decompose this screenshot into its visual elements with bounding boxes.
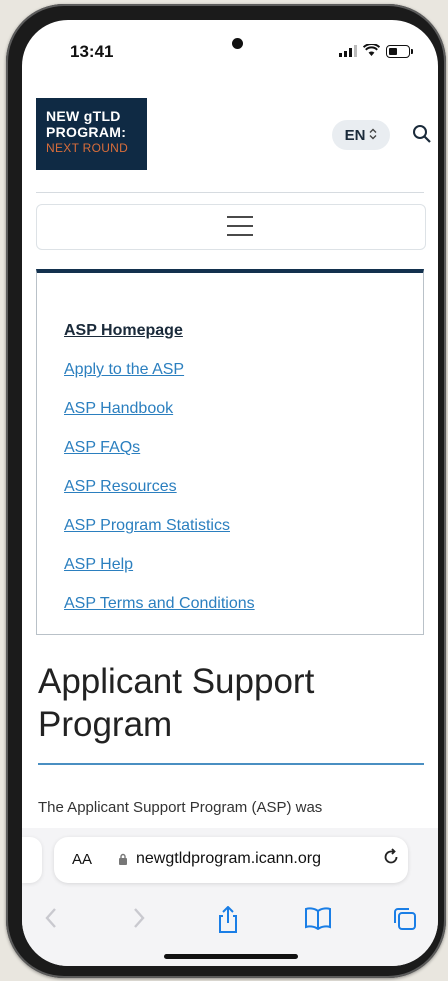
hamburger-icon[interactable] xyxy=(227,216,253,243)
nav-asp-resources[interactable]: ASP Resources xyxy=(64,478,177,496)
reload-icon[interactable] xyxy=(382,848,400,871)
camera-icon xyxy=(232,38,243,49)
lock-icon xyxy=(118,852,128,865)
logo-line-2: PROGRAM: xyxy=(46,124,127,140)
signal-icon xyxy=(339,45,357,57)
status-bar: 13:41 xyxy=(22,20,438,82)
wifi-icon xyxy=(362,43,381,58)
logo-line-1: NEW gTLD xyxy=(46,108,121,124)
language-label: EN xyxy=(344,126,366,144)
bookmarks-icon[interactable] xyxy=(304,906,332,937)
nav-apply-to-asp[interactable]: Apply to the ASP xyxy=(64,361,184,379)
status-icons xyxy=(339,43,413,58)
previous-tab-edge[interactable] xyxy=(22,837,42,883)
back-icon[interactable] xyxy=(44,906,58,937)
nav-asp-faqs[interactable]: ASP FAQs xyxy=(64,439,140,457)
language-selector[interactable]: EN xyxy=(332,120,390,150)
status-time: 13:41 xyxy=(70,42,114,61)
nav-asp-program-statistics[interactable]: ASP Program Statistics xyxy=(64,517,230,535)
address-bar[interactable]: AA newgtldprogram.icann.org xyxy=(54,837,408,883)
nav-asp-help[interactable]: ASP Help xyxy=(64,556,133,574)
title-rule xyxy=(38,763,424,765)
page-title-line-1: Applicant Support xyxy=(38,662,315,701)
share-icon[interactable] xyxy=(216,905,240,941)
safari-bottom-bar: AA newgtldprogram.icann.org xyxy=(22,828,438,966)
asp-subnav: ASP Homepage Apply to the ASP ASP Handbo… xyxy=(36,269,424,635)
text-size-button[interactable]: AA xyxy=(72,851,92,868)
menu-bar xyxy=(36,204,426,250)
page-title-line-2: Program xyxy=(38,705,173,744)
nav-asp-handbook[interactable]: ASP Handbook xyxy=(64,400,173,418)
nav-asp-homepage[interactable]: ASP Homepage xyxy=(64,322,183,340)
phone-frame: 13:41 NEW gTLD PROGRAM: NEXT ROUND EN AS… xyxy=(6,4,446,978)
screen: 13:41 NEW gTLD PROGRAM: NEXT ROUND EN AS… xyxy=(22,20,438,966)
home-indicator[interactable] xyxy=(164,954,298,959)
header-divider xyxy=(36,192,424,193)
battery-icon xyxy=(386,44,413,58)
search-icon[interactable] xyxy=(412,124,432,144)
logo-line-3: NEXT ROUND xyxy=(46,141,129,155)
url-text[interactable]: newgtldprogram.icann.org xyxy=(136,850,321,868)
chevron-updown-icon xyxy=(369,128,377,143)
intro-text: The Applicant Support Program (ASP) was xyxy=(38,799,323,816)
tabs-icon[interactable] xyxy=(392,906,418,939)
page-title: Applicant Support Program xyxy=(38,660,314,746)
forward-icon[interactable] xyxy=(132,906,146,937)
nav-asp-terms[interactable]: ASP Terms and Conditions xyxy=(64,595,255,613)
site-logo[interactable]: NEW gTLD PROGRAM: NEXT ROUND xyxy=(36,98,147,170)
